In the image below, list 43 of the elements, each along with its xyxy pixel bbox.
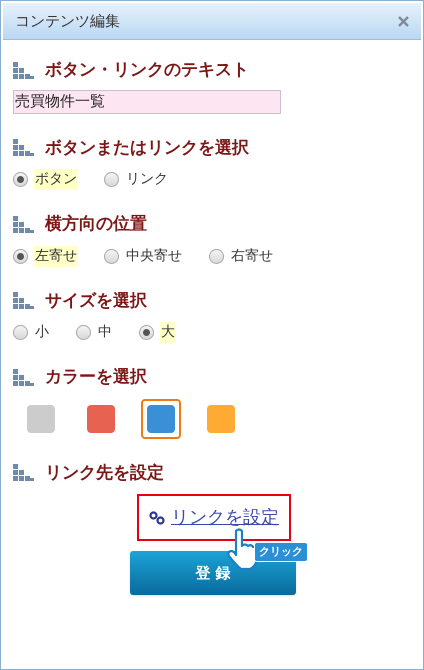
radio-label: 中 [97, 323, 113, 342]
set-link[interactable]: リンクを設定 [171, 504, 279, 531]
radio-option[interactable]: 中央寄せ [104, 246, 183, 266]
section-heading: ボタン・リンクのテキスト [45, 59, 249, 82]
radio-label: リンク [125, 170, 169, 189]
radio-label: 大 [160, 322, 176, 343]
link-icon [149, 510, 165, 524]
color-swatch[interactable] [141, 398, 181, 438]
radio-option[interactable]: リンク [104, 169, 169, 190]
radio-button[interactable] [13, 325, 28, 340]
radio-option[interactable]: 左寄せ [13, 246, 78, 266]
section-heading: ボタンまたはリンクを選択 [45, 136, 249, 160]
radio-option[interactable]: ボタン [13, 169, 78, 190]
radio-button[interactable] [13, 248, 28, 264]
text-field[interactable]: 売買物件一覧 [13, 90, 281, 114]
bars-icon [13, 292, 35, 310]
bars-icon [13, 368, 35, 387]
radio-option[interactable]: 小 [13, 322, 50, 343]
radio-option[interactable]: 大 [139, 322, 176, 343]
section-heading: カラーを選択 [45, 366, 147, 389]
window-title: コンテンツ編集 [15, 10, 120, 32]
click-badge: クリック [254, 542, 308, 562]
radio-label: 小 [34, 323, 50, 342]
radio-button[interactable] [139, 325, 154, 340]
radio-label: ボタン [34, 169, 78, 190]
radio-label: 中央寄せ [125, 246, 183, 266]
radio-label: 右寄せ [230, 246, 274, 266]
bars-icon [13, 216, 35, 234]
radio-button[interactable] [209, 248, 224, 264]
radio-label: 左寄せ [34, 246, 78, 266]
radio-button[interactable] [13, 172, 28, 187]
section-heading: 横方向の位置 [45, 213, 147, 236]
radio-button[interactable] [104, 248, 119, 264]
radio-button[interactable] [104, 172, 119, 187]
radio-option[interactable]: 右寄せ [209, 246, 274, 266]
bars-icon [13, 139, 35, 158]
section-heading: サイズを選択 [45, 290, 147, 312]
section-heading: リンク先を設定 [45, 462, 164, 484]
close-icon[interactable] [398, 16, 409, 26]
bars-icon [13, 62, 35, 80]
bars-icon [13, 464, 35, 482]
radio-option[interactable]: 中 [76, 322, 113, 343]
radio-button[interactable] [76, 325, 91, 340]
